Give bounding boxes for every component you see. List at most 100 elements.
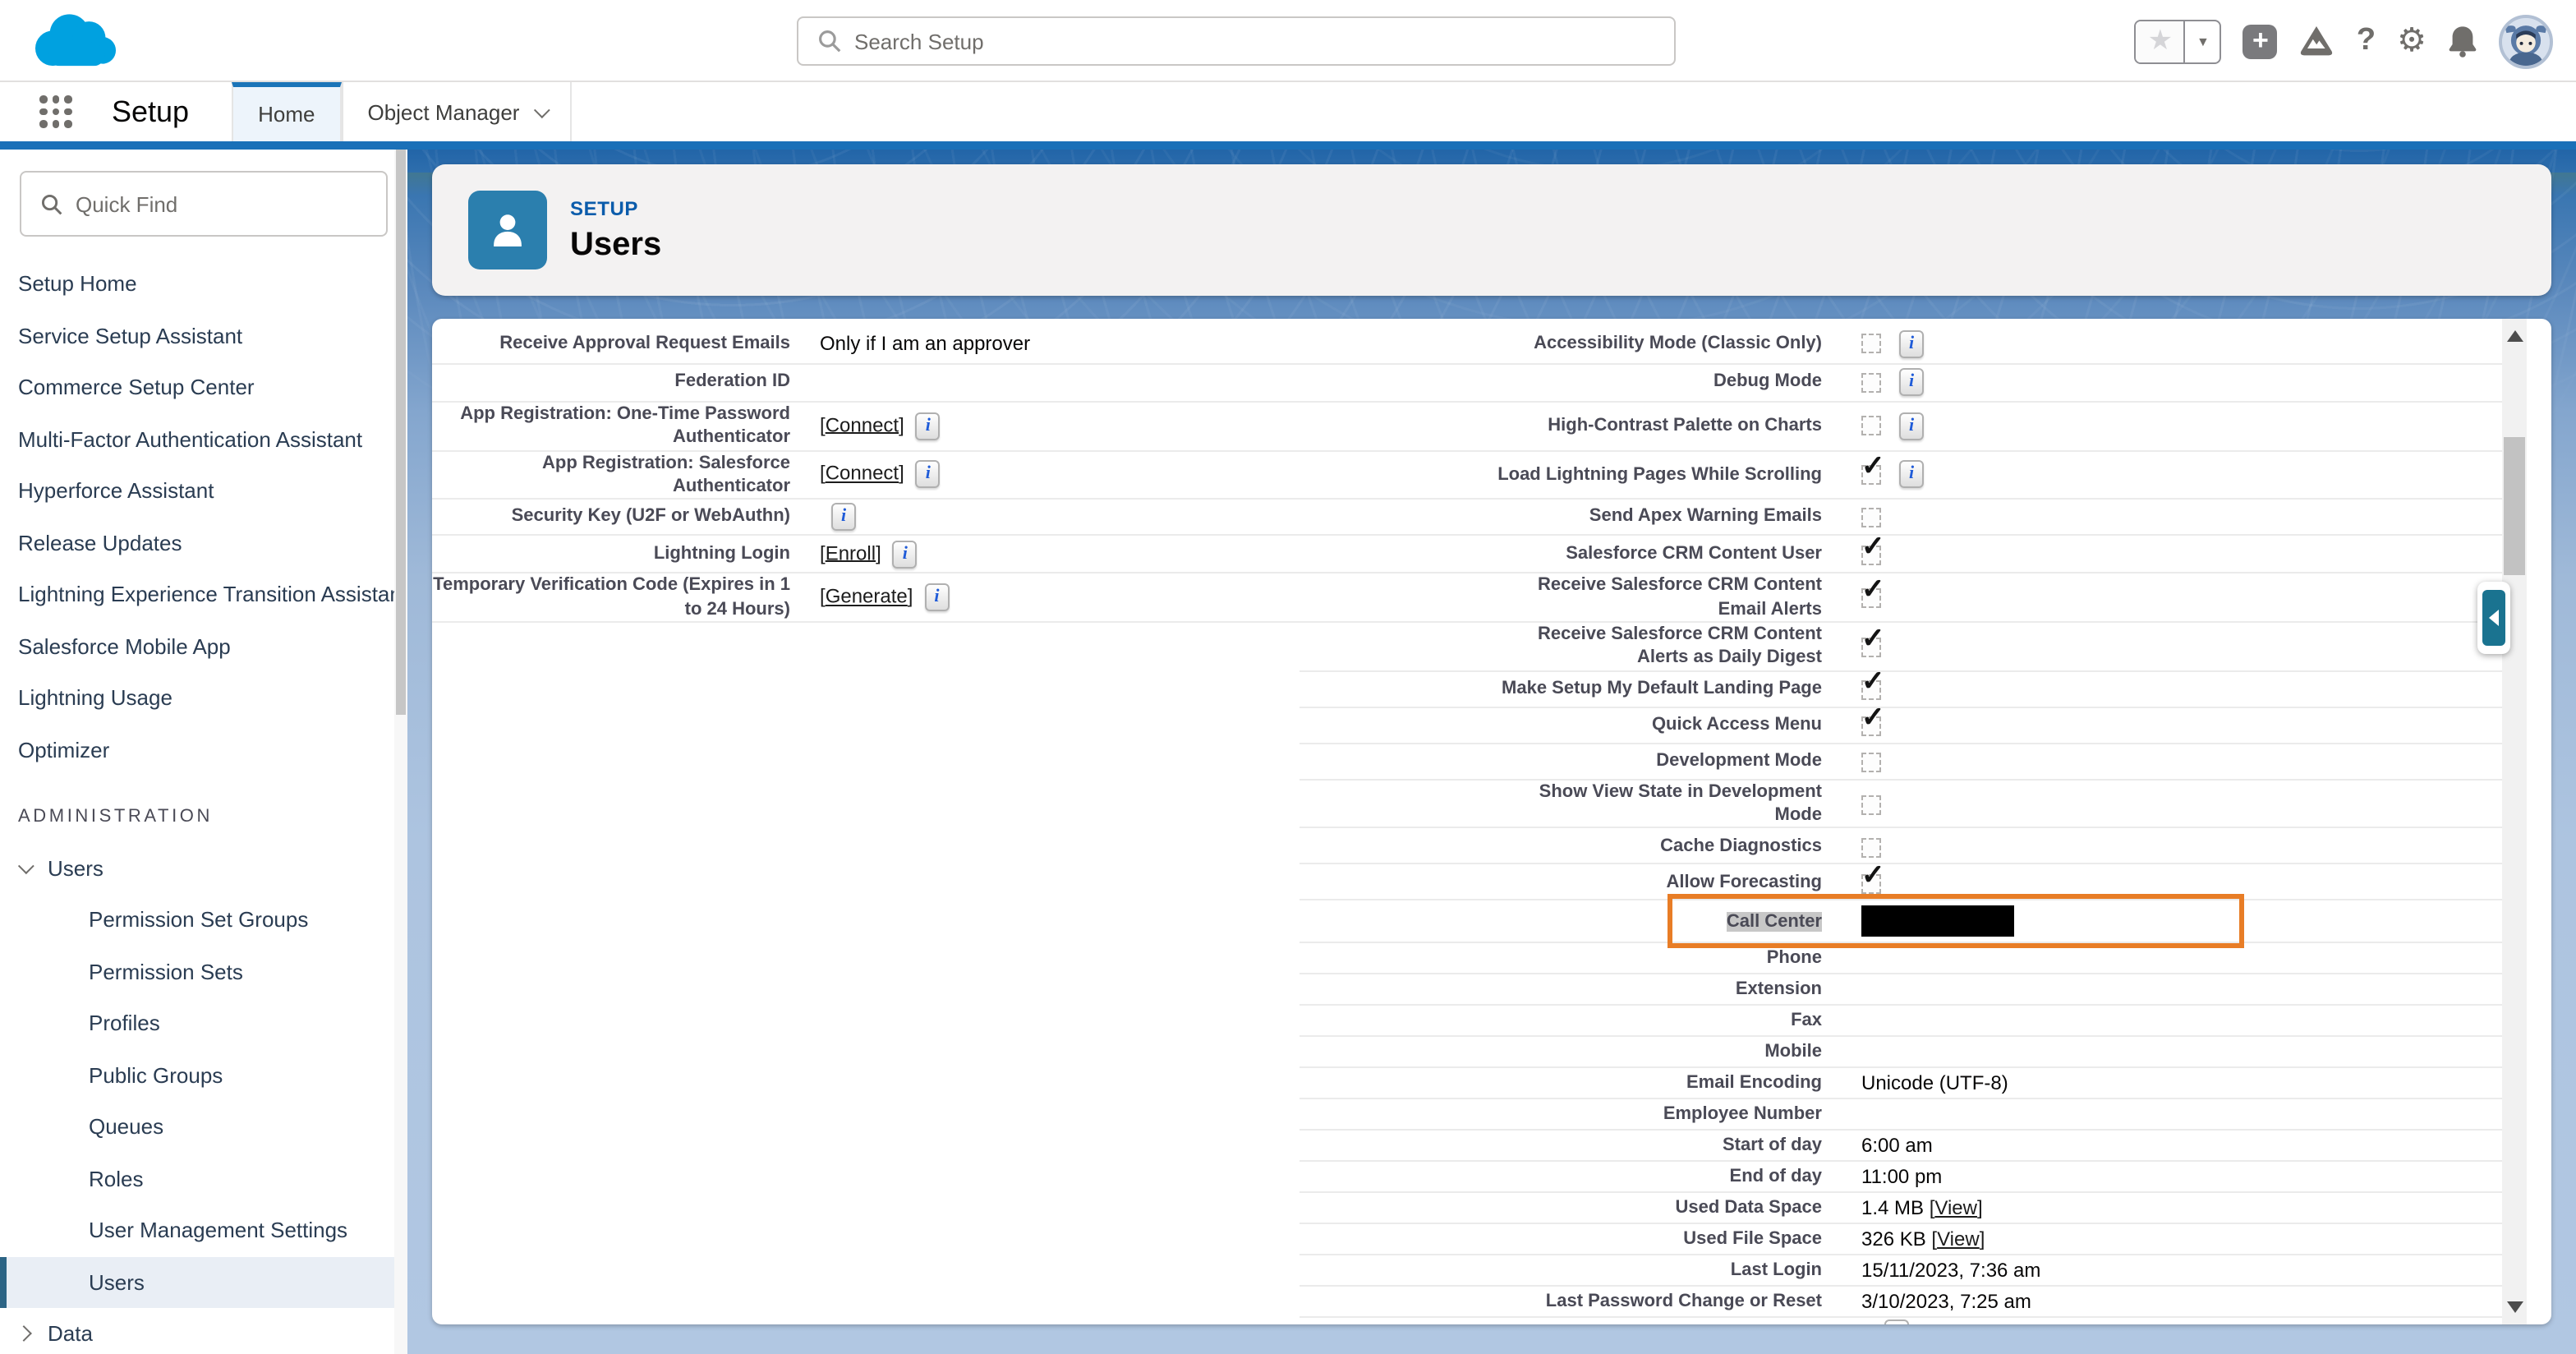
- detail-scrollbar[interactable]: [2502, 319, 2527, 1324]
- sidebar-item-queues[interactable]: Queues: [0, 1101, 407, 1153]
- sidebar-item-multi-factor-authentication-assistant[interactable]: Multi-Factor Authentication Assistant: [0, 413, 407, 465]
- field-label: Phone: [1300, 943, 1842, 974]
- field-label: [432, 1287, 807, 1318]
- checkbox-checked: [1861, 638, 1881, 657]
- info-icon[interactable]: i: [1899, 368, 1924, 396]
- scroll-down-arrow-icon[interactable]: [2507, 1301, 2523, 1313]
- field-label: [432, 864, 807, 900]
- field-label: Load Lightning Pages While Scrolling: [1300, 450, 1842, 499]
- info-icon[interactable]: i: [1884, 1319, 1908, 1324]
- sidebar-item-profiles[interactable]: Profiles: [0, 997, 407, 1049]
- help-icon[interactable]: ?: [2357, 23, 2376, 59]
- sidebar-item-data[interactable]: Data: [0, 1308, 407, 1354]
- sidebar-item-label: Data: [48, 1322, 93, 1347]
- favorites-dropdown-button[interactable]: ▼: [2186, 21, 2220, 62]
- users-object-icon: [468, 191, 547, 269]
- app-launcher-icon[interactable]: [36, 92, 76, 131]
- info-icon[interactable]: i: [1899, 330, 1924, 358]
- value-link[interactable]: [View]: [1924, 1197, 1983, 1220]
- table-row: Quick Access Menu: [432, 707, 2507, 743]
- field-label: [432, 828, 807, 864]
- sidebar-item-service-setup-assistant[interactable]: Service Setup Assistant: [0, 310, 407, 362]
- table-row: Failed Login Attempts0i: [432, 1318, 2507, 1324]
- sidebar-section-heading-administration: ADMINISTRATION: [0, 790, 407, 842]
- sidebar-item-roles[interactable]: Roles: [0, 1153, 407, 1204]
- checkbox-unchecked: [1861, 372, 1881, 392]
- field-label: Email Encoding: [1300, 1068, 1842, 1099]
- value-link[interactable]: [Generate]: [820, 585, 913, 608]
- setup-gear-icon[interactable]: ⚙: [2397, 25, 2426, 58]
- field-value: Unicode (UTF-8): [1842, 1068, 2507, 1099]
- global-search-input[interactable]: [854, 29, 1674, 53]
- sidebar-item-release-updates[interactable]: Release Updates: [0, 517, 407, 569]
- field-label: Receive Salesforce CRM Content Email Ale…: [1300, 573, 1842, 622]
- field-value: [1842, 943, 2507, 974]
- info-icon[interactable]: i: [1899, 461, 1924, 489]
- table-row: Temporary Verification Code (Expires in …: [432, 573, 2507, 622]
- table-row: Last Login15/11/2023, 7:36 am: [432, 1255, 2507, 1287]
- setup-navbar: Setup Home Object Manager: [0, 82, 2576, 141]
- chevron-down-icon[interactable]: [18, 858, 34, 874]
- info-icon[interactable]: i: [831, 503, 856, 531]
- field-value: [807, 828, 1300, 864]
- field-label: Receive Approval Request Emails: [432, 325, 807, 363]
- detail-scrollbar-thumb[interactable]: [2504, 437, 2525, 575]
- sidebar-item-lightning-experience-transition-assistant[interactable]: Lightning Experience Transition Assistan…: [0, 569, 407, 620]
- field-value: [807, 363, 1300, 401]
- value-link[interactable]: [Enroll]: [820, 541, 881, 564]
- sidebar-item-label: Permission Sets: [89, 960, 243, 984]
- info-icon[interactable]: i: [916, 461, 941, 489]
- info-icon[interactable]: i: [924, 583, 949, 611]
- notifications-bell-icon[interactable]: [2448, 25, 2477, 58]
- chevron-right-icon[interactable]: [16, 1326, 32, 1342]
- tab-object-manager[interactable]: Object Manager: [341, 82, 572, 141]
- quick-find-input[interactable]: [76, 191, 386, 216]
- sidebar-scrollbar-thumb[interactable]: [396, 150, 406, 715]
- sidebar-item-lightning-usage[interactable]: Lightning Usage: [0, 672, 407, 724]
- tab-home[interactable]: Home: [232, 82, 341, 141]
- sidebar-scrollbar-track[interactable]: [394, 150, 407, 1354]
- field-value: [807, 1068, 1300, 1099]
- scroll-up-arrow-icon[interactable]: [2507, 330, 2523, 342]
- checkbox-unchecked: [1861, 416, 1881, 435]
- sidebar-item-setup-home[interactable]: Setup Home: [0, 258, 407, 310]
- page-header-banner: SETUP Users: [432, 164, 2551, 296]
- sidebar-item-commerce-setup-center[interactable]: Commerce Setup Center: [0, 362, 407, 413]
- value-link[interactable]: [Connect]: [820, 462, 904, 485]
- label-text: Phone: [1767, 948, 1822, 968]
- info-icon[interactable]: i: [916, 412, 941, 440]
- field-value: [1842, 573, 2507, 622]
- brand-accent-bar: [0, 141, 2576, 150]
- sidebar-item-permission-set-groups[interactable]: Permission Set Groups: [0, 894, 407, 946]
- info-icon[interactable]: i: [893, 540, 918, 568]
- sidebar-item-users[interactable]: Users: [0, 1256, 407, 1308]
- field-value: i: [1842, 450, 2507, 499]
- user-avatar[interactable]: [2499, 14, 2553, 68]
- field-label: [432, 1037, 807, 1068]
- field-label: [432, 1006, 807, 1037]
- guidance-trailhead-button[interactable]: [2299, 25, 2335, 58]
- table-row: Show View State in Development Mode: [432, 779, 2507, 827]
- sidebar-item-label: Users: [89, 1270, 145, 1295]
- sidebar-item-permission-sets[interactable]: Permission Sets: [0, 946, 407, 997]
- value-link[interactable]: [Connect]: [820, 412, 904, 435]
- sidebar-item-salesforce-mobile-app[interactable]: Salesforce Mobile App: [0, 620, 407, 672]
- sidebar-item-users[interactable]: Users: [0, 842, 407, 894]
- info-icon[interactable]: i: [1899, 412, 1924, 440]
- field-value: [1842, 499, 2507, 535]
- collapse-panel-button[interactable]: [2477, 582, 2510, 654]
- sidebar-item-user-management-settings[interactable]: User Management Settings: [0, 1204, 407, 1256]
- global-search[interactable]: [797, 16, 1676, 66]
- favorite-star-button[interactable]: ★: [2137, 21, 2186, 62]
- sidebar-item-optimizer[interactable]: Optimizer: [0, 724, 407, 776]
- sidebar-item-hyperforce-assistant[interactable]: Hyperforce Assistant: [0, 465, 407, 517]
- value-link[interactable]: [View]: [1926, 1228, 1985, 1251]
- quick-find[interactable]: [20, 171, 388, 237]
- global-actions-add-button[interactable]: +: [2243, 24, 2278, 58]
- label-text: Used Data Space: [1675, 1198, 1822, 1218]
- field-value: 11:00 pm: [1842, 1162, 2507, 1193]
- field-label: High-Contrast Palette on Charts: [1300, 401, 1842, 450]
- global-header: ★ ▼ + ? ⚙: [0, 0, 2576, 82]
- sidebar-item-public-groups[interactable]: Public Groups: [0, 1049, 407, 1101]
- field-value: [807, 1162, 1300, 1193]
